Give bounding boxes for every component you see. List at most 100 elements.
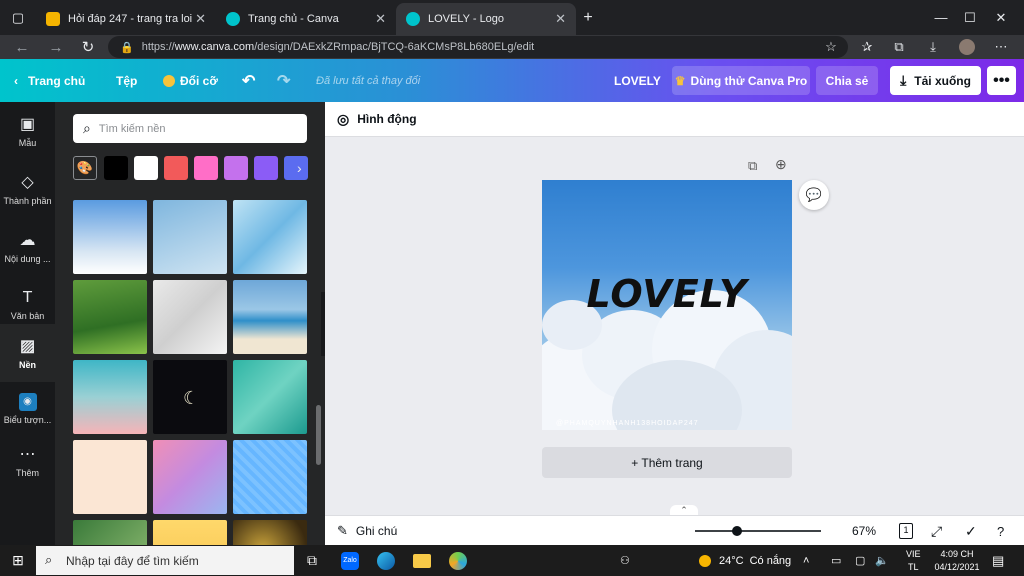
- download-label: Tải xuống: [914, 73, 971, 88]
- weather-widget[interactable]: 24°C Có nắng: [699, 545, 791, 576]
- comment-button[interactable]: 💬: [799, 180, 829, 210]
- sidebar-item-background[interactable]: ▨ Nền: [0, 324, 55, 382]
- editor-footer: ✎ Ghi chú 67% 1 ⤢ ✓ ?: [325, 515, 1024, 545]
- edge-app-icon[interactable]: [368, 545, 404, 576]
- check-circle-icon[interactable]: ✓: [965, 516, 977, 546]
- design-canvas[interactable]: LOVELY @PHAMQUYNHANH138HOIDAP247: [542, 180, 792, 430]
- notes-button[interactable]: ✎ Ghi chú: [337, 516, 397, 546]
- file-menu-button[interactable]: Tệp: [116, 59, 137, 102]
- collections-icon[interactable]: ⧉: [886, 35, 912, 59]
- background-thumbnail[interactable]: [73, 280, 147, 354]
- palette-icon[interactable]: 🎨: [73, 156, 97, 180]
- design-title-text[interactable]: LOVELY: [542, 272, 792, 316]
- downloads-icon[interactable]: ⤓: [920, 35, 946, 59]
- background-thumbnail[interactable]: [153, 200, 227, 274]
- background-thumbnail[interactable]: [153, 520, 227, 545]
- favorites-icon[interactable]: ✰: [854, 35, 880, 59]
- editor-toolbar: ◎ Hình động: [325, 102, 1024, 137]
- close-icon[interactable]: ✕: [195, 11, 206, 27]
- zoom-percentage[interactable]: 67%: [852, 516, 876, 546]
- zalo-app-icon[interactable]: Zalo: [332, 545, 368, 576]
- task-view-icon[interactable]: ⧉: [294, 545, 330, 576]
- color-swatch[interactable]: [224, 156, 248, 180]
- redo-icon[interactable]: ↷: [277, 59, 290, 102]
- design-title[interactable]: LOVELY: [614, 59, 661, 102]
- more-options-button[interactable]: •••: [987, 66, 1016, 95]
- display-icon[interactable]: ▢: [855, 545, 865, 576]
- color-swatch[interactable]: [134, 156, 158, 180]
- page-count-button[interactable]: 1: [899, 516, 913, 546]
- download-button[interactable]: ⤓ Tải xuống: [890, 66, 981, 95]
- forward-icon[interactable]: →: [42, 35, 70, 59]
- add-page-icon[interactable]: ⊕: [775, 156, 787, 173]
- settings-menu-icon[interactable]: ⋯: [988, 35, 1014, 59]
- sidebar-item-elements[interactable]: ◇ Thành phần: [0, 160, 55, 218]
- panel-scrollbar[interactable]: [316, 405, 321, 465]
- url-field[interactable]: 🔒 https://www.canva.com/design/DAExkZRmp…: [108, 36, 848, 58]
- background-thumbnail[interactable]: [233, 280, 307, 354]
- chevron-up-icon[interactable]: ˄: [803, 545, 809, 576]
- home-button[interactable]: ‹ Trang chủ: [14, 59, 85, 102]
- browser-tab-canva-home[interactable]: Trang chủ - Canva ✕: [216, 3, 396, 35]
- color-swatch[interactable]: [104, 156, 128, 180]
- close-icon[interactable]: ✕: [555, 11, 566, 27]
- color-swatch[interactable]: [254, 156, 278, 180]
- background-thumbnail[interactable]: [73, 200, 147, 274]
- network-icon[interactable]: ▭: [831, 545, 841, 576]
- color-swatch[interactable]: [194, 156, 218, 180]
- color-swatch[interactable]: [284, 156, 308, 180]
- background-thumbnail[interactable]: [233, 440, 307, 514]
- volume-icon[interactable]: 🔈: [875, 545, 889, 576]
- comment-icon: 💬: [805, 187, 823, 202]
- background-thumbnail[interactable]: [233, 200, 307, 274]
- add-page-button[interactable]: + Thêm trang: [542, 447, 792, 478]
- background-thumbnail[interactable]: ☾: [153, 360, 227, 434]
- language-indicator[interactable]: VIE TL: [906, 545, 921, 576]
- undo-icon[interactable]: ↶: [242, 59, 255, 102]
- share-button[interactable]: Chia sẻ: [816, 66, 878, 95]
- sidebar-item-uploads[interactable]: ☁ Nội dung ...: [0, 218, 55, 276]
- background-thumbnail[interactable]: [73, 440, 147, 514]
- colorful-app-icon[interactable]: [440, 545, 476, 576]
- sidebar-item-templates[interactable]: ▣ Mẫu: [0, 102, 55, 160]
- background-thumbnail[interactable]: [73, 360, 147, 434]
- duplicate-page-icon[interactable]: ⧉: [748, 158, 757, 174]
- file-explorer-icon[interactable]: [404, 545, 440, 576]
- background-panel: ⌕ Tìm kiếm nền 🎨 › ☾: [55, 102, 325, 545]
- window-close-icon[interactable]: ✕: [978, 0, 1024, 35]
- star-icon[interactable]: ☆: [818, 35, 844, 59]
- sidebar-item-logos[interactable]: ◉ Biểu tượn...: [0, 380, 55, 438]
- browser-tab-lovely[interactable]: LOVELY - Logo ✕: [396, 3, 576, 35]
- background-thumbnail[interactable]: [233, 520, 307, 545]
- sidebar-item-more[interactable]: ⋯ Thêm: [0, 432, 55, 490]
- background-thumbnail[interactable]: [153, 440, 227, 514]
- resize-button[interactable]: Đổi cỡ: [163, 59, 218, 102]
- try-pro-button[interactable]: ♛ Dùng thử Canva Pro: [672, 66, 810, 95]
- tab-actions-icon[interactable]: ▢: [0, 0, 36, 35]
- zoom-slider[interactable]: [695, 516, 821, 546]
- background-thumbnail[interactable]: [153, 280, 227, 354]
- help-icon[interactable]: ?: [997, 516, 1004, 546]
- zoom-thumb[interactable]: [732, 526, 742, 536]
- clock[interactable]: 4:09 CH 04/12/2021: [934, 545, 980, 576]
- new-tab-icon[interactable]: +: [576, 0, 600, 35]
- profile-avatar[interactable]: [954, 35, 980, 59]
- try-pro-label: Dùng thử Canva Pro: [690, 73, 808, 88]
- chevron-right-icon[interactable]: ›: [297, 160, 302, 176]
- reload-icon[interactable]: ↻: [74, 35, 102, 59]
- animate-button[interactable]: ◎ Hình động: [337, 111, 417, 128]
- color-swatch[interactable]: [164, 156, 188, 180]
- url-prefix: https://: [141, 41, 175, 53]
- background-search-input[interactable]: ⌕ Tìm kiếm nền: [73, 114, 307, 143]
- people-icon[interactable]: ⚇: [620, 545, 630, 576]
- back-icon[interactable]: ←: [8, 35, 36, 59]
- close-icon[interactable]: ✕: [375, 11, 386, 27]
- background-thumbnail[interactable]: [233, 360, 307, 434]
- browser-tab-hoidap[interactable]: Hỏi đáp 247 - trang tra loi ✕: [36, 3, 216, 35]
- fullscreen-icon[interactable]: ⤢: [931, 516, 942, 546]
- taskbar-search-input[interactable]: ⌕ Nhập tại đây để tìm kiếm: [36, 546, 294, 575]
- upload-icon: ☁: [19, 232, 36, 249]
- windows-start-icon[interactable]: ⊞: [0, 545, 36, 576]
- notification-icon[interactable]: ▤: [992, 545, 1004, 576]
- background-thumbnail[interactable]: [73, 520, 147, 545]
